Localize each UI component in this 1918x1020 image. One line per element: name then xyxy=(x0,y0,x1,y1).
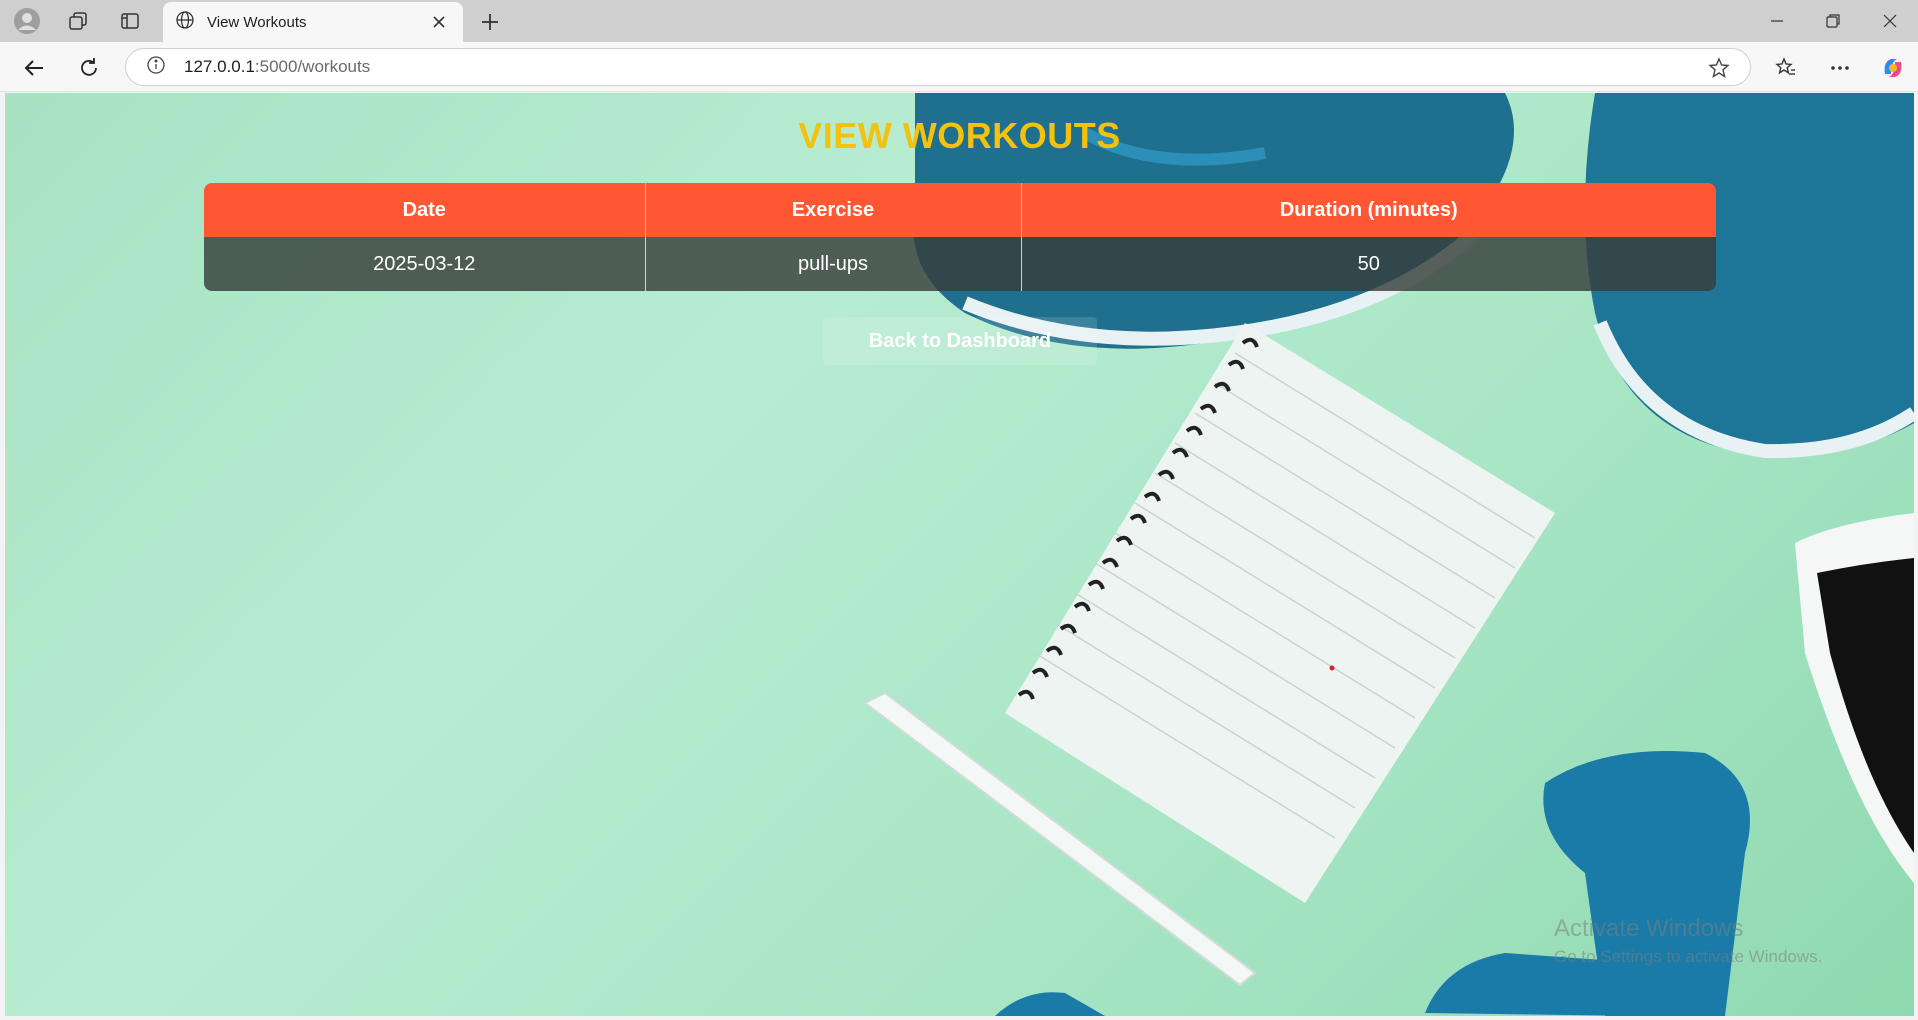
active-tab[interactable]: View Workouts xyxy=(163,2,463,42)
star-icon[interactable] xyxy=(1706,55,1732,81)
table-header-row: Date Exercise Duration (minutes) xyxy=(204,183,1716,237)
copilot-icon[interactable] xyxy=(1876,51,1910,85)
watermark-subtitle: Go to Settings to activate Windows. xyxy=(1554,947,1823,966)
window-frame xyxy=(1914,93,1918,1020)
close-icon[interactable] xyxy=(427,10,451,34)
cell-exercise: pull-ups xyxy=(645,237,1022,291)
workouts-table: Date Exercise Duration (minutes) 2025-03… xyxy=(204,183,1716,291)
back-to-dashboard-button[interactable]: Back to Dashboard xyxy=(823,317,1097,365)
globe-icon xyxy=(175,10,195,35)
cell-duration: 50 xyxy=(1021,237,1716,291)
cell-date: 2025-03-12 xyxy=(204,237,646,291)
tab-actions-icon[interactable] xyxy=(112,3,148,39)
restore-icon[interactable] xyxy=(1805,0,1861,42)
watermark-title: Activate Windows xyxy=(1554,915,1744,942)
address-bar: 127.0.0.1:5000/workouts xyxy=(0,42,1918,92)
page-title: VIEW WORKOUTS xyxy=(798,115,1121,156)
activate-windows-watermark: Activate Windows Go to Settings to activ… xyxy=(1554,915,1822,967)
url-text: 127.0.0.1:5000/workouts xyxy=(184,57,371,76)
window-close-icon[interactable] xyxy=(1862,0,1918,42)
tab-title: View Workouts xyxy=(207,13,307,31)
header-exercise: Exercise xyxy=(645,183,1022,237)
header-duration: Duration (minutes) xyxy=(1021,183,1716,237)
url-field[interactable]: 127.0.0.1:5000/workouts xyxy=(125,48,1751,86)
more-icon[interactable] xyxy=(1823,51,1857,85)
refresh-icon[interactable] xyxy=(72,51,106,85)
header-date: Date xyxy=(204,183,646,237)
info-icon[interactable] xyxy=(146,55,166,80)
profile-icon[interactable] xyxy=(9,3,45,39)
workspaces-icon[interactable] xyxy=(60,3,96,39)
minimize-icon[interactable] xyxy=(1749,0,1805,42)
favorites-icon[interactable] xyxy=(1769,51,1803,85)
back-arrow-icon[interactable] xyxy=(17,51,51,85)
table-row: 2025-03-12 pull-ups 50 xyxy=(204,237,1716,291)
page-viewport: VIEW WORKOUTS Date Exercise Duration (mi… xyxy=(5,93,1914,1016)
plus-icon[interactable] xyxy=(474,6,506,38)
